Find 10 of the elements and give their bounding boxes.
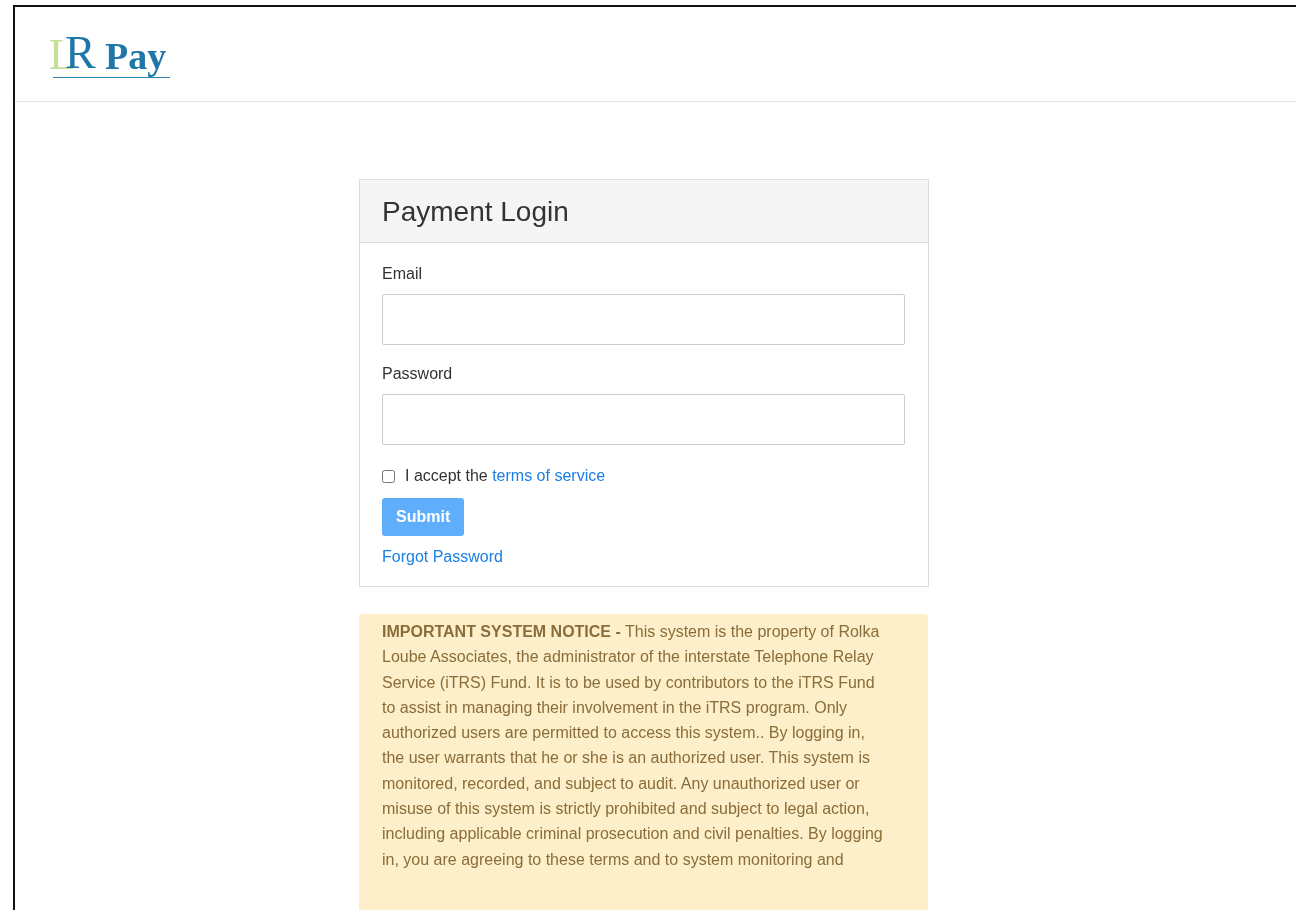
terms-text: I accept the terms of service xyxy=(405,467,606,485)
terms-checkbox[interactable] xyxy=(382,469,395,483)
input-field[interactable] xyxy=(382,394,905,445)
input-field[interactable] xyxy=(382,294,905,345)
system-notice: IMPORTANT SYSTEM NOTICE - This system is the property of Rolka Loube Associates, the administrator of the interstate Telephone Relay Service (iTRS) Fund. It is to be used by contributors to the iTRS Fund to assist in managing their involvement in the iTRS program. Only authorized users are permitted to access this system.. By logging in, the user warrants that he or she is an authorized user. This system is monitored, recorded, and subject to audit. Any unauthorized user or misuse of this system is strictly prohibited and subject to legal action, including applicable criminal prosecution and civil penalties. By logging in, you are agreeing to these terms and to system monitoring and xyxy=(359,614,928,910)
field-label: Email xyxy=(382,265,423,283)
forgot-password-link[interactable]: Forgot Password xyxy=(382,548,503,566)
terms-link[interactable]: terms of service xyxy=(492,467,606,484)
panel-title: Payment Login xyxy=(382,196,570,228)
field-label: Password xyxy=(382,365,454,383)
